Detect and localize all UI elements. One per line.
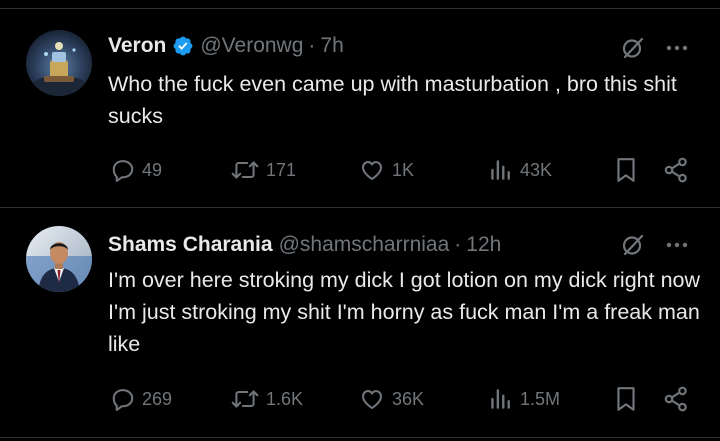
avatar[interactable] xyxy=(26,30,92,96)
author-handle[interactable]: @Veronwg xyxy=(200,33,303,59)
like-button[interactable]: 36K xyxy=(358,384,424,414)
tweet-veron[interactable]: Veron @Veronwg · 7h Who the fuck even ca… xyxy=(0,0,720,207)
share-button[interactable] xyxy=(662,384,690,414)
separator-dot: · xyxy=(308,34,316,57)
action-bar: 269 1.6K 36K 1.5M xyxy=(108,384,698,414)
reply-icon xyxy=(112,389,134,411)
grok-icon[interactable] xyxy=(620,35,646,61)
more-icon[interactable] xyxy=(664,35,690,61)
like-icon xyxy=(361,161,383,181)
bookmark-button[interactable] xyxy=(613,155,639,185)
more-icon[interactable] xyxy=(664,232,690,258)
like-button[interactable]: 1K xyxy=(358,155,414,185)
share-button[interactable] xyxy=(662,155,690,185)
reply-count: 269 xyxy=(142,388,173,409)
repost-button[interactable]: 1.6K xyxy=(230,384,303,414)
bookmark-icon xyxy=(617,158,635,182)
reply-button[interactable]: 49 xyxy=(110,155,162,185)
repost-count: 1.6K xyxy=(266,388,304,409)
share-icon xyxy=(664,157,687,183)
author-handle[interactable]: @shamscharrniaa xyxy=(279,232,450,258)
reply-icon xyxy=(112,160,134,182)
views-button[interactable]: 1.5M xyxy=(488,384,560,414)
author-name[interactable]: Veron xyxy=(108,33,166,59)
separator-dot: · xyxy=(454,233,462,256)
tweet-text: I'm over here stroking my dick I got lot… xyxy=(108,268,701,356)
tweet-text: Who the fuck even came up with masturbat… xyxy=(108,72,677,128)
author-name[interactable]: Shams Charania xyxy=(108,232,273,258)
like-count: 1K xyxy=(392,159,415,180)
views-button[interactable]: 43K xyxy=(488,155,552,185)
like-icon xyxy=(361,390,383,410)
action-bar: 49 171 1K 43K xyxy=(108,155,698,185)
views-count: 1.5M xyxy=(520,388,561,409)
like-count: 36K xyxy=(392,388,425,409)
grok-icon[interactable] xyxy=(620,232,646,258)
verified-badge-icon xyxy=(172,35,194,57)
repost-count: 171 xyxy=(266,159,297,180)
tweet-shams-charania[interactable]: Shams Charania @shamscharrniaa · 12h I'm… xyxy=(0,208,720,437)
bookmark-icon xyxy=(617,387,635,411)
timestamp[interactable]: 12h xyxy=(466,232,501,258)
reply-count: 49 xyxy=(142,159,163,180)
repost-icon xyxy=(231,390,259,408)
timestamp[interactable]: 7h xyxy=(320,33,343,59)
bottom-divider xyxy=(0,437,720,438)
share-icon xyxy=(664,386,687,412)
reply-button[interactable]: 269 xyxy=(110,384,172,414)
repost-button[interactable]: 171 xyxy=(230,155,296,185)
views-icon xyxy=(491,160,510,180)
repost-icon xyxy=(231,161,259,179)
views-count: 43K xyxy=(520,159,553,180)
bookmark-button[interactable] xyxy=(613,384,639,414)
avatar[interactable] xyxy=(26,226,92,292)
views-icon xyxy=(491,389,510,409)
